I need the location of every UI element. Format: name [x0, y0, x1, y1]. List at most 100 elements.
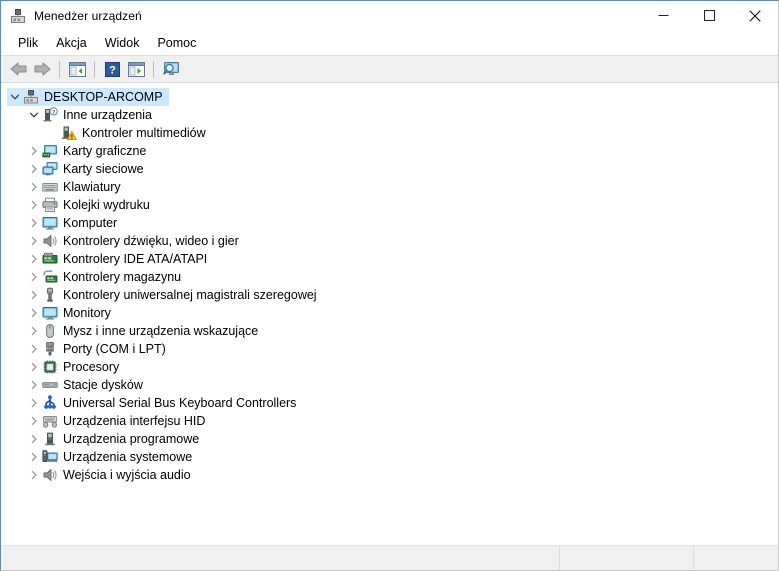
expander-chevron-right-icon[interactable]: [26, 233, 42, 249]
monitor-icon: [42, 305, 58, 321]
tree-node-stacje-dyskow[interactable]: Stacje dysków: [1, 376, 778, 394]
tree-node-root[interactable]: DESKTOP-ARCOMP: [1, 88, 778, 106]
tree-node-label: Kontrolery magazynu: [63, 270, 182, 284]
window-title: Menedżer urządzeń: [34, 8, 142, 23]
warning-device-icon: [61, 125, 77, 141]
toolbar-separator-3: [153, 60, 154, 78]
tree-node-label: Mysz i inne urządzenia wskazujące: [63, 324, 259, 338]
tree-node-label: Wejścia i wyjścia audio: [63, 468, 191, 482]
expander-chevron-down-icon[interactable]: [26, 107, 42, 123]
menu-help[interactable]: Pomoc: [148, 33, 205, 53]
tree-node-mysz[interactable]: Mysz i inne urządzenia wskazujące: [1, 322, 778, 340]
expander-chevron-right-icon[interactable]: [26, 161, 42, 177]
tree-node-kontrolery-magazynu[interactable]: Kontrolery magazynu: [1, 268, 778, 286]
close-icon: [749, 9, 761, 22]
expander-chevron-right-icon[interactable]: [26, 413, 42, 429]
expander-chevron-right-icon[interactable]: [26, 359, 42, 375]
expander-chevron-down-icon[interactable]: [7, 89, 23, 105]
title-bar: Menedżer urządzeń: [1, 1, 778, 30]
tree-node-usb-keyboard-controllers[interactable]: Universal Serial Bus Keyboard Controller…: [1, 394, 778, 412]
tree-node-hid[interactable]: Urządzenia interfejsu HID: [1, 412, 778, 430]
tree-node-kolejki-wydruku[interactable]: Kolejki wydruku: [1, 196, 778, 214]
maximize-button[interactable]: [686, 1, 732, 30]
tree-node-procesory[interactable]: Procesory: [1, 358, 778, 376]
audio-io-icon: [42, 467, 58, 483]
tree-node-label: Klawiatury: [63, 180, 121, 194]
tree-node-label: Urządzenia systemowe: [63, 450, 193, 464]
tree-node-kontroler-multimediow[interactable]: Kontroler multimediów: [1, 124, 778, 142]
tree-node-label: Urządzenia programowe: [63, 432, 200, 446]
tree-node-label: Urządzenia interfejsu HID: [63, 414, 206, 428]
expander-chevron-right-icon[interactable]: [26, 197, 42, 213]
menu-bar: Plik Akcja Widok Pomoc: [1, 30, 778, 56]
menu-action[interactable]: Akcja: [47, 33, 96, 53]
expander-chevron-right-icon[interactable]: [26, 323, 42, 339]
ide-controller-icon: [42, 251, 58, 267]
hid-device-icon: [42, 413, 58, 429]
expander-chevron-right-icon[interactable]: [26, 449, 42, 465]
tree-node-kontrolery-dzwieku[interactable]: Kontrolery dźwięku, wideo i gier: [1, 232, 778, 250]
tree-node-inne-urzadzenia[interactable]: ? Inne urządzenia: [1, 106, 778, 124]
minimize-button[interactable]: [640, 1, 686, 30]
expander-chevron-right-icon[interactable]: [26, 431, 42, 447]
expander-chevron-right-icon[interactable]: [26, 215, 42, 231]
help-button[interactable]: ?: [100, 58, 124, 81]
device-tree[interactable]: DESKTOP-ARCOMP ? Inne urządzenia Kontrol…: [1, 83, 778, 545]
expander-chevron-right-icon[interactable]: [26, 341, 42, 357]
expander-chevron-right-icon[interactable]: [26, 395, 42, 411]
tree-node-label: Kontrolery IDE ATA/ATAPI: [63, 252, 208, 266]
expander-chevron-right-icon[interactable]: [26, 377, 42, 393]
tree-node-label: Procesory: [63, 360, 120, 374]
expander-chevron-right-icon[interactable]: [26, 467, 42, 483]
toolbar-separator-1: [59, 60, 60, 78]
status-bar: [1, 545, 778, 570]
minimize-icon: [658, 15, 668, 16]
tree-node-label: Monitory: [63, 306, 111, 320]
back-button[interactable]: [6, 58, 30, 81]
expander-chevron-right-icon[interactable]: [26, 179, 42, 195]
tree-node-karty-sieciowe[interactable]: Karty sieciowe: [1, 160, 778, 178]
expander-chevron-right-icon[interactable]: [26, 143, 42, 159]
computer-icon: [42, 215, 58, 231]
keyboard-icon: [42, 179, 58, 195]
storage-controller-icon: [42, 269, 58, 285]
tree-node-label: Universal Serial Bus Keyboard Controller…: [63, 396, 297, 410]
menu-view[interactable]: Widok: [96, 33, 149, 53]
usb-controller-icon: [42, 287, 58, 303]
display-adapter-icon: [42, 143, 58, 159]
tree-node-label: Inne urządzenia: [63, 108, 152, 122]
expander-chevron-right-icon[interactable]: [26, 287, 42, 303]
computer-node-icon: [23, 89, 39, 105]
tree-node-monitory[interactable]: Monitory: [1, 304, 778, 322]
show-hide-console-tree-button[interactable]: [65, 58, 89, 81]
disk-drive-icon: [42, 377, 58, 393]
expander-chevron-right-icon[interactable]: [26, 251, 42, 267]
port-icon: [42, 341, 58, 357]
tree-node-label: Komputer: [63, 216, 118, 230]
tree-node-label: Karty sieciowe: [63, 162, 144, 176]
tree-node-porty[interactable]: Porty (COM i LPT): [1, 340, 778, 358]
expander-chevron-right-icon[interactable]: [26, 305, 42, 321]
forward-button[interactable]: [30, 58, 54, 81]
tree-node-klawiatury[interactable]: Klawiatury: [1, 178, 778, 196]
device-manager-window: Menedżer urządzeń Plik Akcja Widok Pomoc…: [0, 0, 779, 571]
caption-buttons: [640, 1, 778, 30]
scan-hardware-changes-button[interactable]: [159, 58, 183, 81]
tree-node-karty-graficzne[interactable]: Karty graficzne: [1, 142, 778, 160]
tree-node-kontrolery-usb[interactable]: Kontrolery uniwersalnej magistrali szere…: [1, 286, 778, 304]
console-tree-icon: [68, 61, 86, 77]
menu-file[interactable]: Plik: [9, 33, 47, 53]
close-button[interactable]: [732, 1, 778, 30]
mouse-icon: [42, 323, 58, 339]
tree-node-komputer[interactable]: Komputer: [1, 214, 778, 232]
help-question-icon: ?: [104, 61, 120, 77]
sound-icon: [42, 233, 58, 249]
tree-node-kontrolery-ide[interactable]: Kontrolery IDE ATA/ATAPI: [1, 250, 778, 268]
device-manager-icon: [10, 8, 26, 24]
tree-node-urzadzenia-systemowe[interactable]: Urządzenia systemowe: [1, 448, 778, 466]
tree-node-wejscia-wyjscia-audio[interactable]: Wejścia i wyjścia audio: [1, 466, 778, 484]
tree-node-urzadzenia-programowe[interactable]: Urządzenia programowe: [1, 430, 778, 448]
expander-chevron-right-icon[interactable]: [26, 269, 42, 285]
scan-monitor-icon: [162, 62, 179, 75]
properties-button[interactable]: [124, 58, 148, 81]
